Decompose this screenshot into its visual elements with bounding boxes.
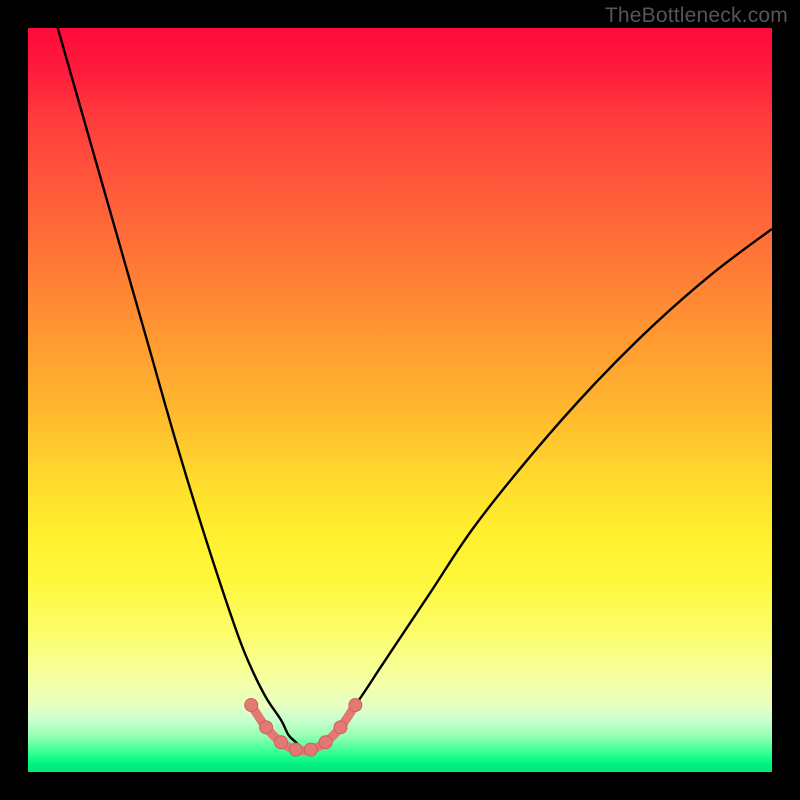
plateau-marker-dot bbox=[349, 699, 362, 712]
plateau-marker-dot bbox=[304, 743, 317, 756]
plateau-marker-dot bbox=[260, 721, 273, 734]
plateau-marker-dot bbox=[334, 721, 347, 734]
curve-layer bbox=[28, 28, 772, 772]
watermark-text: TheBottleneck.com bbox=[605, 4, 788, 28]
left-branch-curve bbox=[58, 28, 311, 751]
plot-area bbox=[28, 28, 772, 772]
plateau-marker-dot bbox=[274, 736, 287, 749]
plateau-marker-dot bbox=[289, 743, 302, 756]
plateau-marker-dot bbox=[319, 736, 332, 749]
right-branch-curve bbox=[311, 229, 772, 751]
chart-frame: TheBottleneck.com bbox=[0, 0, 800, 800]
plateau-marker-dot bbox=[245, 699, 258, 712]
curve-group bbox=[58, 28, 772, 756]
